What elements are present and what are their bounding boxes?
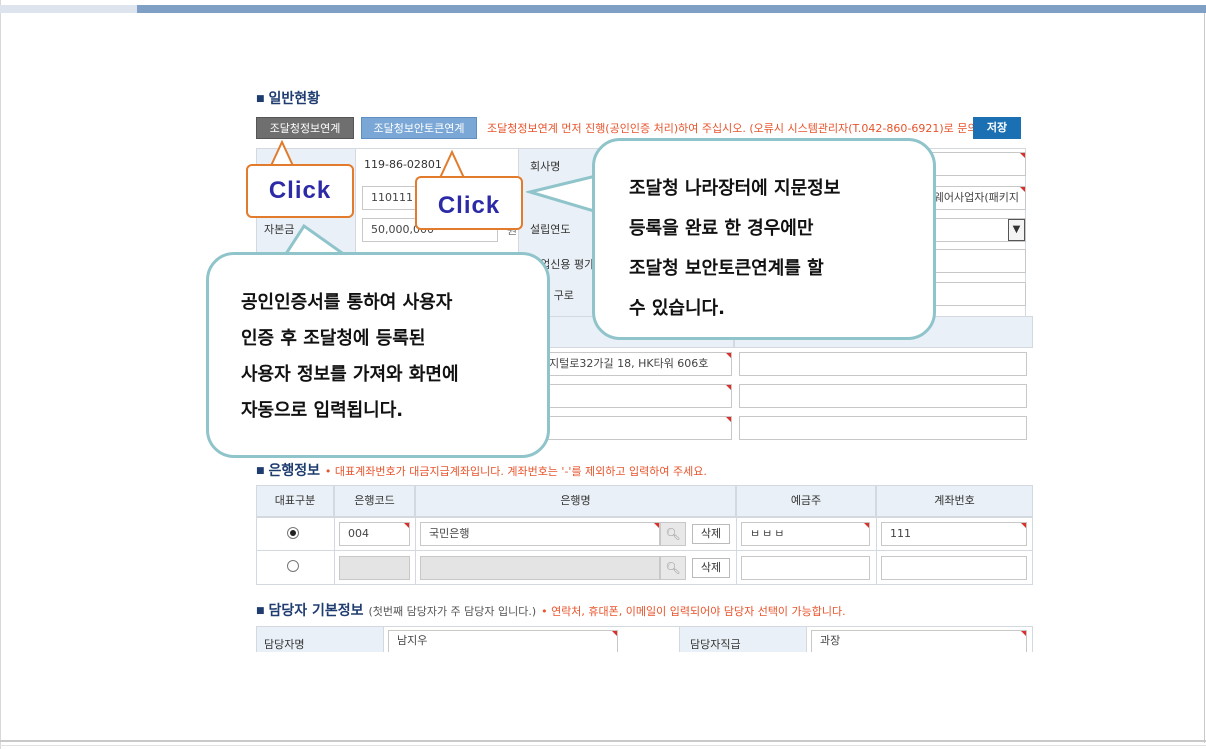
manager-title-input[interactable]: 과장 (811, 630, 1027, 652)
branch-address-detail-input[interactable] (739, 384, 1027, 408)
hq-address-input[interactable]: 지털로32가길 18, HK타워 606호 (540, 352, 732, 376)
manager-section-title: ■ 담당자 기본정보 (첫번째 담당자가 주 담당자 입니다.) • 연락처, 휴… (256, 603, 846, 619)
square-bullet-icon: ■ (256, 606, 265, 616)
header-bank-name: 은행명 (415, 485, 736, 517)
content-cutoff (250, 652, 1040, 740)
delete-button[interactable]: 삭제 (692, 524, 730, 544)
manager-title-label: 담당자직급 (690, 638, 741, 651)
chevron-down-icon[interactable]: ▼ (1008, 219, 1025, 241)
manager-name-label: 담당자명 (264, 638, 305, 651)
square-bullet-icon: ■ (256, 466, 265, 476)
header-bank-code: 은행코드 (334, 485, 415, 517)
bizno-value: 119-86-02801 (364, 158, 442, 171)
callout-left-line: 공인인증서를 통하여 사용자 (241, 292, 453, 313)
bottom-divider-2 (0, 745, 1206, 746)
frame-right (1204, 13, 1205, 743)
click-callout-1: Click (246, 164, 354, 218)
header-holder: 예금주 (736, 485, 876, 517)
header-account: 계좌번호 (876, 485, 1033, 517)
branch-address-input[interactable] (739, 352, 1027, 376)
row-divider (256, 550, 1033, 551)
account-input[interactable]: 111 (881, 522, 1027, 546)
security-token-link-button[interactable]: 조달청보안토큰연계 (361, 117, 477, 139)
bank-code-input[interactable] (339, 556, 410, 580)
col-divider (415, 517, 416, 585)
callout-right: 조달청 나라장터에 지문정보 등록을 완료 한 경우에만 조달청 보안토큰연계를… (592, 138, 936, 340)
holder-input[interactable]: ㅂㅂㅂ (741, 522, 870, 546)
bottom-divider (0, 740, 1206, 742)
manager-name-input[interactable]: 남지우 (388, 630, 618, 652)
general-section-title: ■ 일반현황 (256, 91, 321, 107)
delete-button[interactable]: 삭제 (692, 558, 730, 578)
bank-note: • 대표계좌번호가 대금지급계좌입니다. 계좌번호는 '-'를 제외하고 입력하… (324, 465, 707, 478)
manager-note-gray: (첫번째 담당자가 주 담당자 입니다.) (368, 605, 537, 618)
bank-code-input[interactable]: 004 (339, 522, 410, 546)
search-icon[interactable]: 🔍︎ (660, 522, 686, 546)
callout-left-line: 자동으로 입력됩니다. (241, 400, 404, 421)
procurement-link-button[interactable]: 조달청정보연계 (256, 117, 354, 139)
primary-radio[interactable] (287, 560, 299, 572)
save-button[interactable]: 저장 (973, 117, 1021, 139)
callout-right-line: 수 있습니다. (629, 298, 725, 319)
col-divider (736, 517, 737, 585)
account-input[interactable] (881, 556, 1027, 580)
search-icon[interactable]: 🔍︎ (660, 556, 686, 580)
square-bullet-icon: ■ (256, 94, 265, 104)
frame-left (0, 0, 1, 749)
toolbar-message: 조달청정보연계 먼저 진행(공인인증 처리)하여 주십시오. (오류시 시스템관… (487, 122, 982, 135)
holder-input[interactable] (741, 556, 870, 580)
top-accent-bar (137, 5, 1206, 13)
callout-right-line: 등록을 완료 한 경우에만 (629, 218, 814, 239)
progress-bar-track (0, 5, 137, 13)
primary-radio-selected[interactable] (287, 527, 299, 539)
bank-name-input[interactable]: 국민은행 (420, 522, 660, 546)
callout-left: 공인인증서를 통하여 사용자 인증 후 조달청에 등록된 사용자 정보를 가져와… (206, 252, 550, 458)
callout-left-line: 사용자 정보를 가져와 화면에 (241, 364, 459, 385)
callout-right-line: 조달청 나라장터에 지문정보 (629, 178, 841, 199)
callout-left-line: 인증 후 조달청에 등록된 (241, 328, 426, 349)
bank-section-title: ■ 은행정보 • 대표계좌번호가 대금지급계좌입니다. 계좌번호는 '-'를 제외… (256, 463, 707, 479)
found-year-label: 설립연도 (530, 223, 571, 236)
branch-phone-input[interactable] (739, 416, 1027, 440)
hq-phone-input[interactable] (540, 416, 732, 440)
callout-right-line: 조달청 보안토큰연계를 할 (629, 258, 824, 279)
col-divider (334, 517, 335, 585)
bank-name-input[interactable] (420, 556, 660, 580)
click-callout-2: Click (415, 176, 523, 230)
manager-note-red: • 연락처, 휴대폰, 이메일이 입력되어야 담당자 선택이 가능합니다. (541, 605, 846, 618)
header-primary: 대표구분 (256, 485, 334, 517)
radio-dot-icon (290, 530, 296, 536)
hq-address-detail-input[interactable] (540, 384, 732, 408)
col-divider (876, 517, 877, 585)
